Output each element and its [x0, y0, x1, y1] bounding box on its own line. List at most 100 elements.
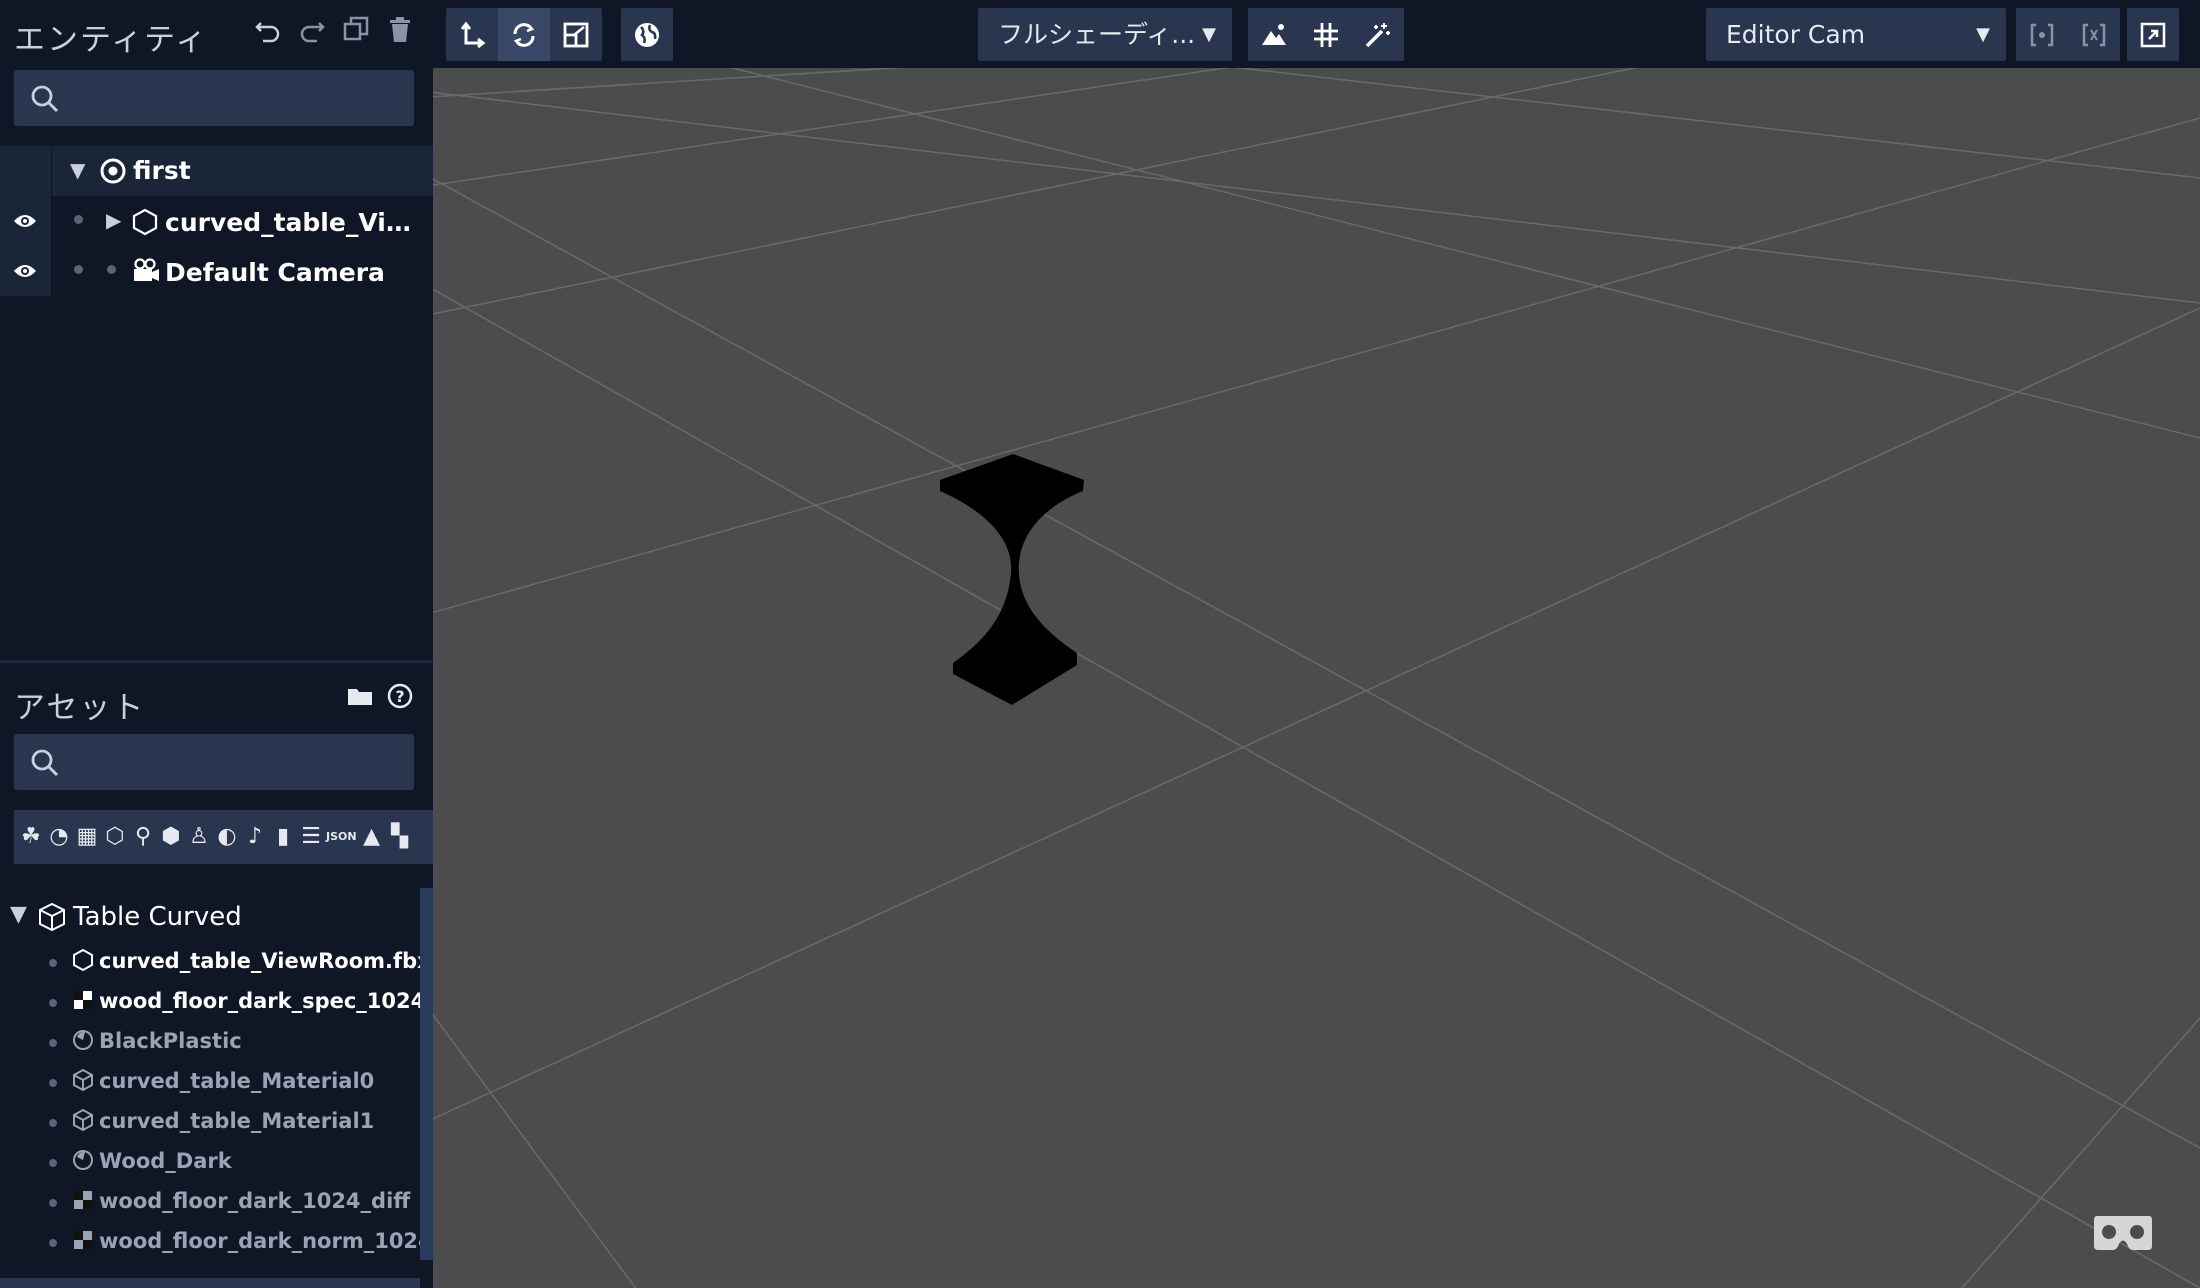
editor-app: エンティティ ▼ first ▶ curved_table_View... De…: [0, 0, 2200, 1288]
svg-text:?: ?: [395, 687, 404, 706]
world-space-button[interactable]: [621, 8, 673, 61]
asset-label: curved_table_ViewRoom.fbx: [99, 949, 431, 973]
texture-icon: [74, 1191, 92, 1209]
json-filter-icon[interactable]: JSON: [326, 821, 357, 853]
undo-icon[interactable]: [253, 14, 283, 48]
entity-row-root[interactable]: ▼ first: [0, 146, 433, 196]
model-filter-icon[interactable]: ⬡: [102, 821, 128, 853]
asset-item[interactable]: curved_table_Material1: [0, 1102, 420, 1142]
figure-filter-icon[interactable]: ♙: [186, 821, 212, 853]
sound-filter-icon[interactable]: ♪: [242, 821, 268, 853]
material-icon: [73, 1030, 93, 1050]
redo-icon[interactable]: [297, 14, 327, 48]
entities-title: エンティティ: [14, 22, 209, 58]
panel-divider[interactable]: [0, 660, 433, 663]
visibility-toggle[interactable]: [0, 196, 52, 246]
caret-down-icon[interactable]: ▼: [70, 158, 85, 182]
space-toggle: [621, 8, 673, 61]
scene-viewport[interactable]: [433, 68, 2200, 1288]
vr-headset-icon[interactable]: [2093, 1214, 2153, 1252]
ground-grid: [433, 68, 2200, 1288]
entity-row-default-camera[interactable]: Default Camera: [0, 246, 433, 296]
status-dot: [49, 999, 57, 1007]
asset-group-table-curved[interactable]: ▼ Table Curved: [0, 890, 420, 944]
bones-filter-icon[interactable]: ⚲: [130, 821, 156, 853]
camera-label: Editor Cam: [1726, 20, 1866, 49]
box-filter-icon[interactable]: ⬢: [158, 821, 184, 853]
animation-filter-icon[interactable]: ☘: [18, 821, 44, 853]
status-dot: [74, 215, 83, 224]
focus-selected-button[interactable]: [2016, 8, 2068, 61]
model-hexagon-icon: [132, 208, 158, 236]
lighting-toggle-button[interactable]: [1248, 8, 1300, 61]
asset-scrollbar[interactable]: [420, 888, 433, 1260]
asset-item[interactable]: wood_floor_dark_spec_1024: [0, 982, 425, 1022]
entity-label-root: first: [133, 156, 191, 185]
viewport-canvas: [433, 68, 2200, 1288]
entity-tree: ▼ first ▶ curved_table_View... Default C…: [0, 146, 433, 296]
duplicate-icon[interactable]: [341, 14, 371, 48]
grid-toggle-button[interactable]: [1300, 8, 1352, 61]
effects-toggle-button[interactable]: [1352, 8, 1404, 61]
texture-filter-icon[interactable]: ▲: [359, 821, 385, 853]
camera-dropdown[interactable]: Editor Cam ▼: [1706, 8, 2006, 61]
delete-icon[interactable]: [385, 14, 415, 48]
scene-root-icon: [100, 158, 126, 184]
camera-icon: [134, 258, 159, 281]
expand-icon: [2140, 22, 2166, 47]
material-filter-icon[interactable]: ◐: [214, 821, 240, 853]
entity-label: Default Camera: [165, 258, 385, 287]
asset-tree: ▼ Table Curved curved_table_ViewRoom.fbx…: [0, 890, 433, 1288]
asset-item[interactable]: wood_floor_dark_1024_diff: [0, 1182, 420, 1222]
atlas-filter-icon[interactable]: ▚: [387, 821, 413, 853]
caret-right-icon[interactable]: ▶: [106, 208, 121, 232]
asset-label: BlackPlastic: [99, 1029, 242, 1053]
eye-icon: [14, 265, 36, 277]
entity-row-curved-table[interactable]: ▶ curved_table_View...: [0, 196, 433, 246]
transform-tools: [446, 8, 602, 61]
film-filter-icon[interactable]: ▦: [74, 821, 100, 853]
status-dot: [49, 1039, 57, 1047]
entity-search-input[interactable]: [72, 78, 402, 118]
fullscreen-button[interactable]: [2127, 8, 2179, 61]
left-panel: エンティティ ▼ first ▶ curved_table_View... De…: [0, 0, 433, 1288]
asset-label: curved_table_Material1: [99, 1109, 375, 1133]
caret-down-icon[interactable]: ▼: [10, 902, 27, 927]
status-dot: [49, 1119, 57, 1127]
asset-filter-bar: ☘ ◔ ▦ ⬡ ⚲ ⬢ ♙ ◐ ♪ ▮ ☰ JSON ▲ ▚: [14, 810, 433, 864]
asset-item[interactable]: curved_table_Material0: [0, 1062, 420, 1102]
audio-filter-icon[interactable]: ◔: [46, 821, 72, 853]
curved-table-model[interactable]: [940, 454, 1084, 705]
material-icon: [73, 1150, 93, 1170]
entities-header: エンティティ: [0, 0, 433, 66]
rotate-tool-button[interactable]: [498, 8, 550, 61]
render-mode-dropdown[interactable]: フルシェーディ... ▼: [978, 8, 1232, 61]
text-filter-icon[interactable]: ☰: [298, 821, 324, 853]
help-icon[interactable]: ?: [385, 682, 415, 716]
texture-icon: [74, 991, 92, 1009]
script-filter-icon[interactable]: ▮: [270, 821, 296, 853]
asset-search-input[interactable]: [72, 742, 402, 782]
scale-tool-button[interactable]: [550, 8, 602, 61]
folder-icon[interactable]: [345, 682, 375, 716]
frame-all-button[interactable]: [2068, 8, 2120, 61]
translate-tool-button[interactable]: [446, 8, 498, 61]
visibility-toggle[interactable]: [0, 246, 52, 296]
asset-item[interactable]: wood_floor_dark_norm_1024: [0, 1222, 433, 1262]
viewport-toolbar: フルシェーディ... ▼ Editor Cam ▼: [433, 0, 2200, 68]
status-dot: [49, 959, 57, 967]
asset-item[interactable]: BlackPlastic: [0, 1022, 420, 1062]
entity-label: curved_table_View...: [165, 208, 425, 237]
asset-horizontal-scrollbar[interactable]: [0, 1278, 420, 1288]
asset-item[interactable]: Wood_Dark: [0, 1142, 420, 1182]
asset-search-box: [14, 734, 414, 790]
asset-item[interactable]: curved_table_ViewRoom.fbx: [0, 942, 431, 982]
eye-icon: [14, 215, 36, 227]
status-dot: [49, 1199, 57, 1207]
status-dot: [49, 1159, 57, 1167]
focus-icon: [2030, 23, 2054, 46]
visibility-column: [0, 146, 52, 196]
assets-title: アセット: [14, 690, 146, 726]
rotate-icon: [513, 22, 535, 47]
mountain-sun-icon: [1262, 23, 1286, 45]
